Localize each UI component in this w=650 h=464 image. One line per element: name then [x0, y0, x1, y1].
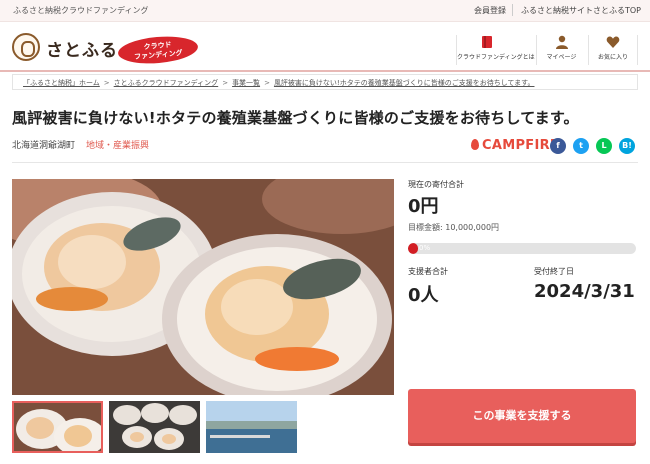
thumbnail-2[interactable] [109, 401, 200, 453]
flame-icon [471, 139, 479, 150]
supporters-label: 支援者合計 [408, 267, 448, 276]
header-divider [0, 70, 650, 72]
logo-text: さとふる [46, 41, 118, 61]
scallop-photo [12, 179, 394, 395]
nav-favorites[interactable]: お気に入り [588, 35, 638, 65]
page-title: 風評被害に負けない!ホタテの養殖業基盤づくりに皆様のご支援をお待ちしてます。 [12, 109, 579, 127]
divider [512, 4, 513, 16]
thumbnail-image [109, 401, 200, 453]
goal-amount: 目標金額: 10,000,000円 [408, 223, 500, 232]
supporters-value: 0人 [408, 285, 439, 306]
thumbnail-3[interactable] [206, 401, 297, 453]
breadcrumb-current[interactable]: 風評被害に負けない!ホタテの養殖業基盤づくりに皆様のご支援をお待ちしてます。 [274, 79, 535, 87]
project-main-image[interactable] [12, 179, 394, 395]
end-date-label: 受付終了日 [534, 267, 574, 276]
nav-mypage[interactable]: マイページ [536, 35, 586, 65]
campfire-label: CAMPFIRE [482, 138, 560, 153]
person-icon [555, 35, 568, 49]
funding-progress-bar: 0% [408, 243, 636, 254]
member-registration-link[interactable]: 会員登録 [474, 5, 506, 16]
support-project-button[interactable]: この事業を支援する [408, 389, 636, 443]
project-category[interactable]: 地域・産業振興 [86, 138, 149, 151]
nav-label: クラウドファンディングとは [457, 54, 535, 61]
nav-label: お気に入り [597, 54, 628, 61]
book-icon [481, 36, 492, 48]
heart-icon [606, 36, 620, 48]
nav-label: マイページ [546, 54, 577, 61]
nav-about-crowdfunding[interactable]: クラウドファンディングとは [456, 35, 535, 65]
line-icon[interactable]: L [596, 138, 612, 154]
satofull-top-link[interactable]: ふるさと納税サイトさとふるTOP [521, 5, 641, 16]
site-tagline: ふるさと納税クラウドファンディング [13, 6, 149, 15]
top-utility-bar: ふるさと納税クラウドファンディング 会員登録 ふるさと納税サイトさとふるTOP [0, 0, 650, 22]
breadcrumb-crowdfunding[interactable]: さとふるクラウドファンディング [114, 79, 219, 87]
hatena-icon[interactable]: B! [619, 138, 635, 154]
thumbnail-image [206, 401, 297, 453]
thumbnail-image [14, 403, 101, 451]
end-date-value: 2024/3/31 [534, 281, 635, 302]
twitter-icon[interactable]: t [573, 138, 589, 154]
progress-percent: 0% [419, 244, 431, 252]
breadcrumb-home[interactable]: 「ふるさと納税」ホーム [23, 79, 100, 87]
progress-fill [408, 243, 418, 254]
logo-emblem-icon [12, 33, 40, 61]
current-total-label: 現在の寄付合計 [408, 180, 464, 189]
campfire-logo[interactable]: CAMPFIRE [471, 138, 559, 153]
current-total-value: 0円 [408, 196, 439, 217]
thumbnail-1[interactable] [12, 401, 103, 453]
section-divider [12, 162, 638, 163]
breadcrumb-projects[interactable]: 事業一覧 [232, 79, 260, 87]
project-location: 北海道洞爺湖町 [12, 141, 76, 151]
crowdfunding-badge: クラウド ファンディング [117, 33, 199, 67]
facebook-icon[interactable]: f [550, 138, 566, 154]
breadcrumb: 「ふるさと納税」ホーム > さとふるクラウドファンディング > 事業一覧 > 風評被害に負け… [12, 74, 638, 90]
